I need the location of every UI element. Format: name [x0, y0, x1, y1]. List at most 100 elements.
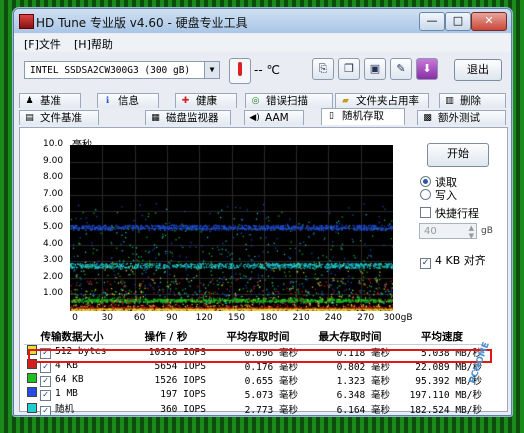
spinner-arrows-icon[interactable]: ▲ ▼ [469, 224, 474, 240]
results-table: 传输数据大小 操作 / 秒 平均存取时间 最大存取时间 平均速度 ✓ 512 by… [24, 328, 488, 416]
tab-health[interactable]: ✚ 健康 [175, 93, 237, 108]
tab-random-access[interactable]: ▯ 随机存取 [321, 108, 405, 125]
series-checkbox[interactable]: ✓ [40, 362, 51, 373]
tab-aam[interactable]: ◀) AAM [244, 110, 304, 125]
menu-bar: [F]文件 [H]帮助 [14, 34, 511, 52]
menu-help[interactable]: [H]帮助 [74, 36, 113, 52]
series-checkbox[interactable]: ✓ [40, 406, 51, 415]
y-tick-label: 7.00 [43, 188, 64, 199]
drive-select[interactable]: INTEL SSDSA2CW300G3 (300 gB) ▼ [24, 61, 220, 79]
window-title: HD Tune 专业版 v4.60 - 硬盘专业工具 [36, 16, 248, 30]
download-icon[interactable]: ⬇ [416, 58, 438, 80]
random-access-icon: ▯ [329, 111, 334, 121]
tab-label: 删除 [460, 95, 481, 107]
start-button[interactable]: 开始 [427, 143, 489, 167]
aam-icon: ◀) [249, 113, 260, 123]
y-tick-label: 4.00 [43, 238, 64, 249]
x-tick-label: 150 [227, 313, 246, 323]
y-tick-label: 2.00 [43, 271, 64, 282]
table-row: ✓ 64 KB 1526 IOPS 0.655 毫秒 1.323 毫秒 95.392 MB… [24, 373, 488, 387]
y-tick-label: 8.00 [43, 172, 64, 183]
col-header: 平均存取时间 [212, 328, 304, 345]
radio-write[interactable]: 写入 [420, 187, 457, 203]
y-tick-label: 5.00 [43, 222, 64, 232]
series-color-swatch [27, 387, 37, 397]
extra-tests-icon: ▩ [423, 113, 432, 123]
y-tick-label: 10.0 [43, 139, 64, 149]
row-size-label: 64 KB [55, 374, 84, 385]
x-tick-label: 240 [324, 313, 342, 323]
tab-info[interactable]: ℹ 信息 [97, 93, 159, 108]
erase-icon: ▥ [445, 96, 454, 106]
health-icon: ✚ [181, 96, 190, 106]
copy-info-icon[interactable]: ❐ [338, 58, 360, 80]
tab-error-scan[interactable]: ◎ 错误扫描 [245, 93, 333, 108]
col-header: 最大存取时间 [304, 328, 396, 345]
scatter-canvas [70, 145, 393, 311]
maximize-button[interactable]: □ [445, 12, 471, 31]
save-icon[interactable]: ▣ [364, 58, 386, 80]
row-size-label: 随机 [55, 404, 75, 415]
menu-file[interactable]: [F]文件 [24, 36, 61, 52]
row-max-cell: 6.164 毫秒 [336, 405, 390, 416]
checkbox-checked: ✓ [420, 258, 431, 269]
x-tick-label: 120 [195, 313, 213, 323]
series-checkbox[interactable]: ✓ [40, 376, 51, 387]
disk-monitor-icon: ▦ [151, 113, 160, 123]
radio-dot [420, 189, 431, 200]
x-tick-label: 300gB [383, 313, 413, 323]
exit-button[interactable]: 退出 [454, 59, 502, 81]
tab-disk-monitor[interactable]: ▦ 磁盘监视器 [145, 110, 231, 125]
tab-file-benchmark[interactable]: ▤ 文件基准 [19, 110, 99, 125]
tab-extra-tests[interactable]: ▩ 额外测试 [417, 110, 506, 125]
row-ops-cell: 1526 IOPS [154, 374, 206, 386]
tab-label: 基准 [40, 95, 61, 107]
highlight-box-4kb [28, 349, 492, 363]
tab-label: 健康 [196, 95, 217, 107]
tab-label: 文件基准 [40, 112, 82, 124]
tab-row-1: ♟ 基准 ℹ 信息 ✚ 健康 ◎ 错误扫描 ▰ 文件夹占用率 ▥ 删除 [19, 93, 506, 108]
quick-stroke-unit: gB [481, 226, 493, 236]
quick-stroke-checkbox[interactable]: 快捷行程 [420, 205, 479, 221]
col-header: 传输数据大小 [24, 328, 120, 345]
toolbar: INTEL SSDSA2CW300G3 (300 gB) ▼ -- ℃ ⎘ ❐ … [14, 53, 511, 89]
series-color-swatch [27, 373, 37, 383]
row-size-label: 1 MB [55, 388, 78, 399]
row-size-cell: ✓ 64 KB [24, 373, 120, 387]
tab-benchmark[interactable]: ♟ 基准 [19, 93, 81, 108]
copy-icon[interactable]: ⎘ [312, 58, 334, 80]
file-benchmark-icon: ▤ [25, 113, 34, 123]
y-tick-label: 9.00 [43, 155, 64, 166]
align-4kb-checkbox[interactable]: ✓ 4 KB 对齐 [420, 252, 486, 269]
random-access-panel: 10.0 9.00 8.00 7.00 6.00 5.00 4.00 3.00 2.00 1.00… [19, 127, 508, 415]
row-size-cell: ✓ 1 MB [24, 387, 120, 401]
tab-label: 随机存取 [342, 110, 384, 122]
col-header: 操作 / 秒 [120, 328, 212, 345]
tab-folder-usage[interactable]: ▰ 文件夹占用率 [335, 93, 429, 108]
row-avg-cell: 0.655 毫秒 [244, 376, 298, 387]
close-button[interactable]: ✕ [471, 12, 507, 31]
x-tick-label: 180 [260, 313, 278, 323]
error-scan-icon: ◎ [251, 96, 260, 106]
scatter-chart [70, 145, 393, 311]
tab-label: 磁盘监视器 [166, 112, 219, 124]
row-speed-cell: 197.110 MB/秒 [409, 390, 482, 401]
y-tick-label: 6.00 [43, 205, 64, 216]
series-checkbox[interactable]: ✓ [40, 390, 51, 401]
quick-stroke-spinner[interactable]: 40 ▲ ▼ [419, 223, 477, 240]
chevron-down-icon[interactable]: ▼ [204, 62, 219, 78]
benchmark-icon: ♟ [25, 96, 34, 106]
settings-icon[interactable]: ✎ [390, 58, 412, 80]
temperature-readout: -- ℃ [254, 63, 280, 77]
info-icon: ℹ [105, 96, 110, 106]
app-window: HD Tune 专业版 v4.60 - 硬盘专业工具 — □ ✕ [F]文件 [… [13, 8, 512, 416]
x-tick-label: 270 [357, 313, 375, 323]
folder-usage-icon: ▰ [342, 96, 349, 106]
radio-write-label: 写入 [435, 189, 457, 202]
row-ops-cell: 197 IOPS [160, 388, 206, 400]
tab-erase[interactable]: ▥ 删除 [439, 93, 506, 108]
tab-row-2: ▤ 文件基准 ▦ 磁盘监视器 ◀) AAM ▯ 随机存取 ▩ 额外测试 [19, 108, 506, 125]
col-header: 平均速度 [396, 328, 488, 345]
tab-label: AAM [265, 112, 289, 124]
minimize-button[interactable]: — [419, 12, 445, 31]
